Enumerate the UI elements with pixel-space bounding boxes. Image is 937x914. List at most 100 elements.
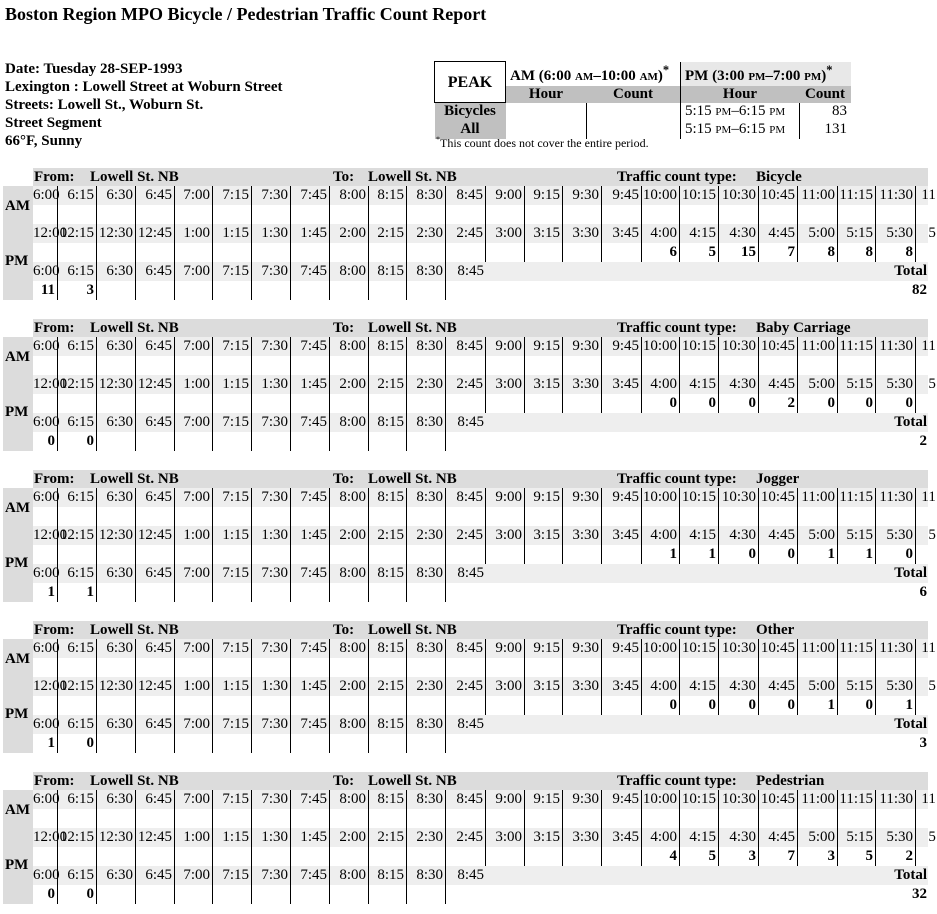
time-cell: 7:15 bbox=[213, 564, 252, 583]
count-cell bbox=[719, 658, 759, 677]
time-cell: 6:30 bbox=[97, 262, 136, 281]
peak-pm-header: PM (3:00 PM–7:00 PM)* bbox=[680, 61, 851, 86]
time-cell: 6:30 bbox=[97, 790, 136, 809]
count-cell bbox=[446, 281, 486, 300]
count-cell bbox=[136, 356, 175, 375]
time-cell: 6:15 bbox=[58, 639, 97, 658]
total-value: 32 bbox=[912, 886, 927, 902]
to-label: To: bbox=[333, 471, 355, 487]
count-cell bbox=[330, 809, 369, 828]
time-cell: 8:30 bbox=[407, 866, 446, 885]
time-cell: 10:15 bbox=[680, 488, 719, 507]
time-cell: 6:45 bbox=[136, 639, 175, 658]
count-cell bbox=[175, 356, 213, 375]
time-cell: 3:00 bbox=[486, 375, 525, 394]
count-cell bbox=[759, 356, 798, 375]
count-cell bbox=[252, 583, 291, 602]
total-label: Total bbox=[893, 262, 928, 281]
time-cell: 12:00 bbox=[33, 224, 68, 243]
peak-am-count bbox=[586, 102, 681, 121]
count-cell bbox=[719, 809, 759, 828]
time-cell: 2:45 bbox=[446, 375, 486, 394]
time-cell: 8:15 bbox=[369, 413, 407, 432]
count-cell bbox=[876, 205, 916, 224]
from-label: From: bbox=[34, 169, 75, 185]
count-cell bbox=[58, 507, 97, 526]
total-value: 3 bbox=[919, 735, 928, 751]
to-label: To: bbox=[333, 622, 355, 638]
count-cell bbox=[97, 356, 136, 375]
from-label: From: bbox=[34, 471, 75, 487]
time-cell: 4:15 bbox=[680, 224, 719, 243]
count-cell: 0 bbox=[838, 394, 876, 413]
time-cell: 9:15 bbox=[525, 186, 563, 205]
count-cell bbox=[680, 809, 719, 828]
time-cell: 1:00 bbox=[175, 828, 213, 847]
from-label: From: bbox=[34, 622, 75, 638]
count-cell bbox=[175, 507, 213, 526]
total-label: Total bbox=[893, 866, 928, 885]
time-cell: 1:15 bbox=[213, 526, 252, 545]
count-cell bbox=[838, 507, 876, 526]
time-cell: 11:45 bbox=[921, 489, 937, 505]
time-cell: 6:45 bbox=[136, 337, 175, 356]
count-cell: 0 bbox=[680, 696, 719, 715]
pm1-count-row: 00001010 bbox=[33, 696, 928, 715]
count-cell bbox=[175, 432, 213, 451]
time-cell: 6:00 bbox=[33, 564, 60, 583]
peak-am-header: AM (6:00 AM–10:00 AM)* bbox=[505, 61, 681, 86]
time-cell: 10:15 bbox=[680, 337, 719, 356]
count-cell: 0 bbox=[916, 696, 937, 715]
count-cell bbox=[213, 205, 252, 224]
count-cell bbox=[369, 356, 407, 375]
time-cell: 7:00 bbox=[175, 488, 213, 507]
pm2-time-row: 6:00 6:15 6:30 6:45 7:00 7:15 7:30 7:45 8:00 8:15… bbox=[33, 866, 928, 885]
time-cell: 1:15 bbox=[213, 375, 252, 394]
count-cell bbox=[916, 356, 937, 375]
time-cell: 8:00 bbox=[330, 186, 369, 205]
time-cell: 11:00 bbox=[798, 790, 838, 809]
am-time-row: 6:00 6:15 6:30 6:45 7:00 7:15 7:30 7:45 8:00 8:15… bbox=[33, 790, 937, 809]
count-cell bbox=[252, 658, 291, 677]
time-cell: 3:15 bbox=[525, 677, 563, 696]
time-cell: 10:30 bbox=[719, 790, 759, 809]
count-cell bbox=[213, 847, 252, 866]
count-cell bbox=[798, 205, 838, 224]
time-cell: 9:15 bbox=[525, 488, 563, 507]
count-cell bbox=[369, 394, 407, 413]
count-cell bbox=[213, 432, 252, 451]
count-cell bbox=[446, 583, 486, 602]
time-cell: 8:45 bbox=[446, 337, 486, 356]
count-cell bbox=[330, 696, 369, 715]
count-cell: 2 bbox=[876, 847, 916, 866]
count-cell bbox=[97, 394, 136, 413]
time-cell: 10:45 bbox=[759, 790, 798, 809]
from-value: Lowell St. NB bbox=[90, 773, 179, 789]
time-cell: 4:30 bbox=[719, 828, 759, 847]
count-cell bbox=[291, 243, 330, 262]
time-cell: 9:15 bbox=[525, 639, 563, 658]
count-cell bbox=[97, 658, 136, 677]
count-cell bbox=[602, 243, 642, 262]
count-cell bbox=[58, 545, 97, 564]
time-cell: 8:00 bbox=[330, 715, 369, 734]
time-cell: 6:30 bbox=[97, 337, 136, 356]
count-cell bbox=[446, 847, 486, 866]
count-cell bbox=[136, 885, 175, 904]
count-cell bbox=[136, 696, 175, 715]
am-label: AM bbox=[3, 186, 33, 224]
time-cell: 11:00 bbox=[798, 488, 838, 507]
time-cell: 9:15 bbox=[525, 790, 563, 809]
time-cell: 2:30 bbox=[407, 526, 446, 545]
count-cell bbox=[97, 507, 136, 526]
count-cell bbox=[291, 205, 330, 224]
time-cell: 3:00 bbox=[486, 677, 525, 696]
time-cell: 2:15 bbox=[369, 375, 407, 394]
time-cell: 6:30 bbox=[97, 186, 136, 205]
time-cell: 8:00 bbox=[330, 639, 369, 658]
time-cell: 8:30 bbox=[407, 413, 446, 432]
pm-label: PM bbox=[3, 375, 33, 451]
time-cell: 1:30 bbox=[252, 526, 291, 545]
time-cell: 1:15 bbox=[213, 224, 252, 243]
time-cell: 6:45 bbox=[136, 715, 175, 734]
